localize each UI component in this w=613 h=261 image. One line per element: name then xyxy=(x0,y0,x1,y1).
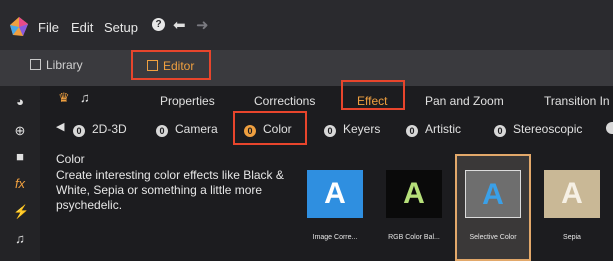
category-effect[interactable]: Effect xyxy=(357,94,387,108)
category-pan-and-zoom[interactable]: Pan and Zoom xyxy=(425,94,504,108)
effect-thumbnail[interactable]: A xyxy=(386,170,442,218)
subcategory-label: Camera xyxy=(175,122,218,136)
prev-arrow-icon[interactable]: ◀ xyxy=(56,120,64,133)
thumbnail-label: RGB Color Bal... xyxy=(388,234,440,241)
subcategory-color[interactable]: 0 Color xyxy=(244,122,292,137)
effect-thumbnail[interactable]: A xyxy=(544,170,600,218)
subcategory-badge: 0 xyxy=(244,125,256,137)
menu-setup[interactable]: Setup xyxy=(104,20,138,35)
music-note-icon[interactable]: ♫ xyxy=(13,232,27,246)
subcategory-label: Stereoscopic xyxy=(513,122,583,136)
subcategory-label: Color xyxy=(263,122,292,136)
tab-library[interactable]: Library xyxy=(30,58,83,72)
app-logo-icon xyxy=(10,17,28,36)
thumbnail-letter: A xyxy=(561,177,583,210)
subcategory-badge: 0 xyxy=(494,125,506,137)
tab-bar xyxy=(0,50,613,86)
next-item-edge[interactable] xyxy=(606,122,613,134)
redo-icon[interactable]: ➜ xyxy=(196,16,209,34)
subcategory-badge: 0 xyxy=(73,125,85,137)
thumbnail-label: Sepia xyxy=(563,234,581,241)
fx-icon[interactable]: fx xyxy=(13,177,27,191)
subcategory-label: Artistic xyxy=(425,122,461,136)
menu-edit[interactable]: Edit xyxy=(71,20,93,35)
lightning-icon[interactable]: ⚡ xyxy=(13,205,29,219)
library-icon xyxy=(30,59,41,70)
globe-icon[interactable]: ⊕ xyxy=(13,124,27,138)
mask-icon[interactable]: ◕ xyxy=(13,95,27,109)
subcategory-label: 2D-3D xyxy=(92,122,127,136)
subcategory-artistic[interactable]: 0 Artistic xyxy=(406,122,461,137)
question-icon[interactable]: ? xyxy=(152,18,165,31)
category-transition-in[interactable]: Transition In xyxy=(544,94,613,108)
thumbnail-letter: A xyxy=(482,178,504,211)
folder-icon[interactable]: ■ xyxy=(13,150,27,164)
tab-library-label: Library xyxy=(46,58,83,72)
thumbnail-label: Image Corre... xyxy=(312,234,358,241)
thumbnail-letter: A xyxy=(403,177,425,210)
thumbnail-label: Selective Color xyxy=(469,234,517,241)
effect-thumbnail[interactable]: A xyxy=(465,170,521,218)
subcategory-badge: 0 xyxy=(156,125,168,137)
subcategory-badge: 0 xyxy=(406,125,418,137)
subcategory-camera[interactable]: 0 Camera xyxy=(156,122,218,137)
description-text: Create interesting color effects like Bl… xyxy=(56,168,284,212)
category-properties[interactable]: Properties xyxy=(160,94,215,108)
tab-editor-label: Editor xyxy=(163,59,195,73)
crown-icon[interactable]: ♛ xyxy=(58,90,70,106)
effect-thumbnail[interactable]: A xyxy=(307,170,363,218)
subcategory-stereoscopic[interactable]: 0 Stereoscopic xyxy=(494,122,582,137)
thumbnail-letter: A xyxy=(324,177,346,210)
music-icon[interactable]: ♫ xyxy=(80,90,90,105)
editor-icon xyxy=(147,60,158,71)
subcategory-2d-3d[interactable]: 0 2D-3D xyxy=(73,122,127,137)
subcategory-label: Keyers xyxy=(343,122,381,136)
menu-file[interactable]: File xyxy=(38,20,59,35)
description-title: Color xyxy=(56,152,85,166)
tab-editor[interactable]: Editor xyxy=(147,59,194,73)
subcategory-badge: 0 xyxy=(324,125,336,137)
subcategory-keyers[interactable]: 0 Keyers xyxy=(324,122,380,137)
category-corrections[interactable]: Corrections xyxy=(254,94,315,108)
undo-icon[interactable]: ⬅ xyxy=(173,16,186,34)
